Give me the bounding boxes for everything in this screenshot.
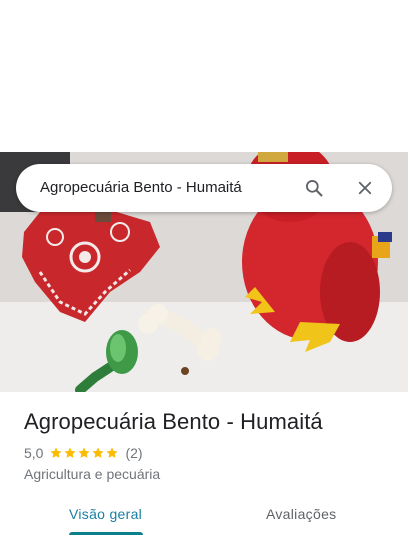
star-icon	[106, 447, 119, 458]
close-icon[interactable]	[353, 176, 377, 200]
star-icon	[78, 447, 91, 458]
rating-row[interactable]: 5,0 (2)	[24, 445, 143, 461]
review-count[interactable]: (2)	[125, 445, 142, 461]
tab-selected-indicator	[69, 532, 143, 535]
search-input[interactable]: Agropecuária Bento - Humaitá	[40, 179, 242, 196]
star-icon	[64, 447, 77, 458]
tab-reviews[interactable]: Avaliações	[266, 506, 336, 522]
place-tabs: Visão geral Avaliações	[0, 492, 408, 544]
search-icon[interactable]	[302, 176, 326, 200]
rating-stars	[49, 446, 119, 460]
tab-overview[interactable]: Visão geral	[69, 506, 142, 522]
rating-value: 5,0	[24, 445, 44, 461]
star-icon	[92, 447, 105, 458]
place-category[interactable]: Agricultura e pecuária	[24, 466, 160, 482]
map-area-blank	[0, 0, 408, 152]
search-bar[interactable]: Agropecuária Bento - Humaitá	[16, 164, 392, 212]
star-icon	[50, 447, 63, 458]
place-title: Agropecuária Bento - Humaitá	[24, 409, 323, 434]
